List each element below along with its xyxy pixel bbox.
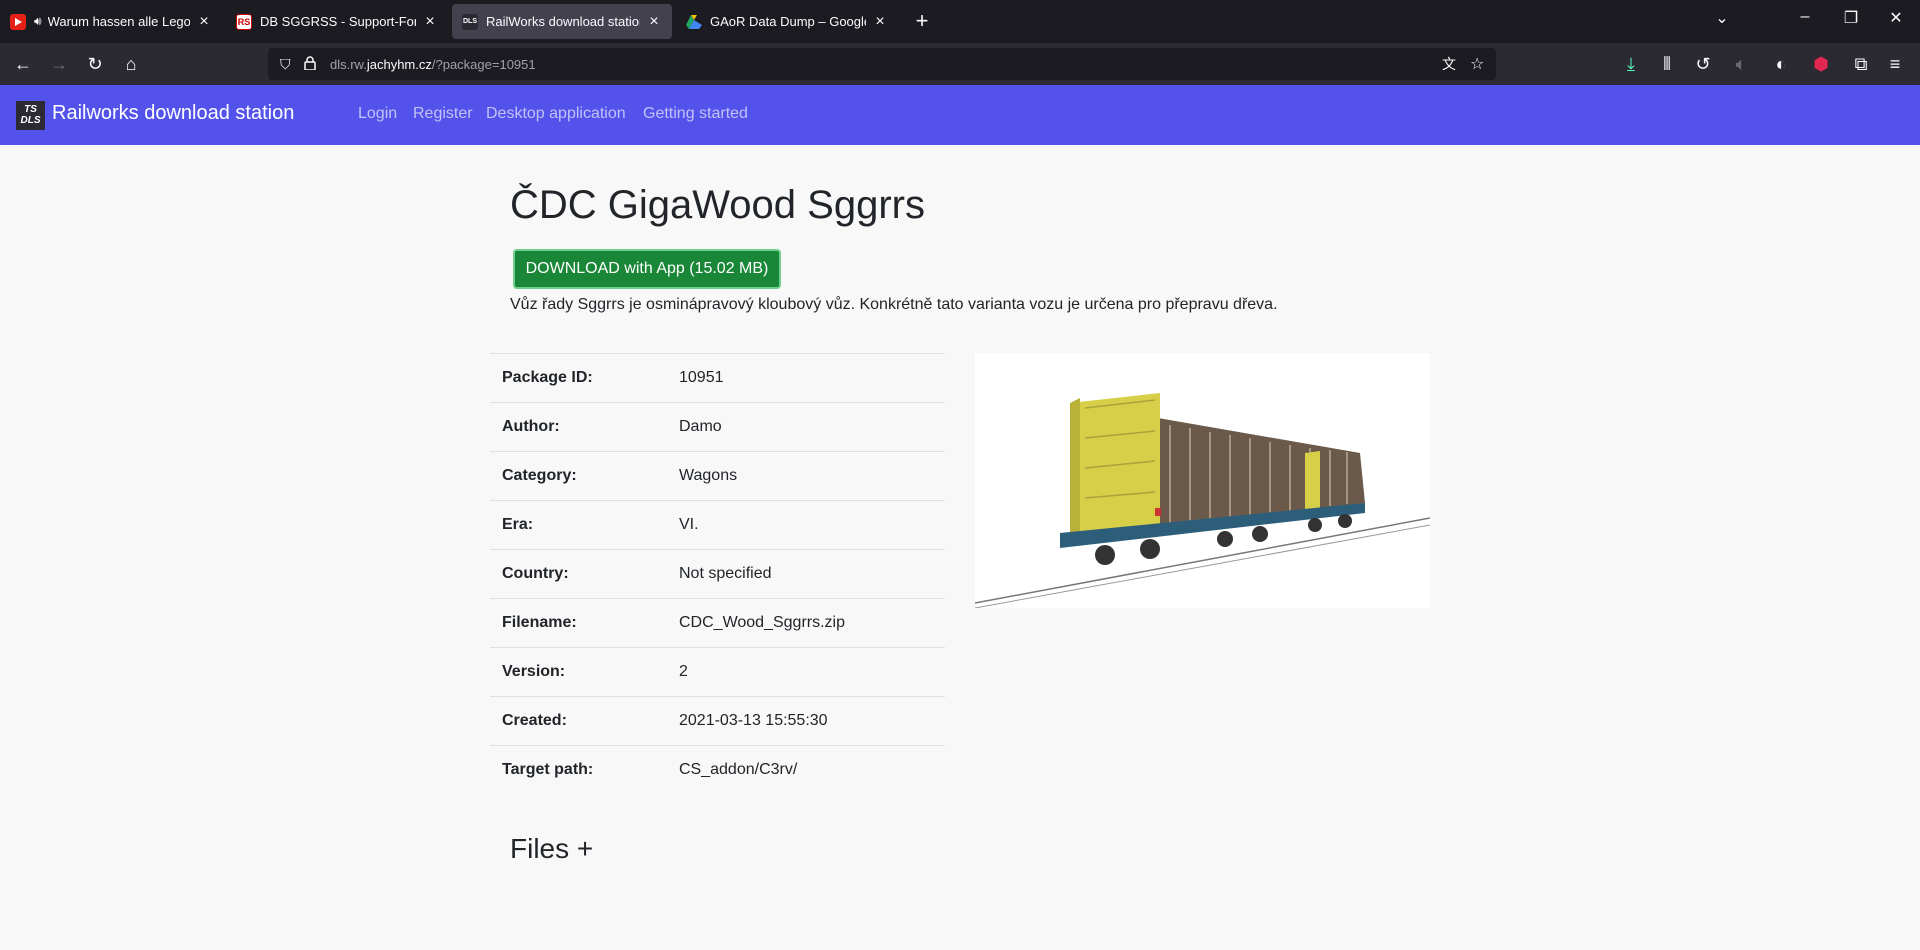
star-icon[interactable]: ☆ xyxy=(1470,54,1484,74)
menu-icon[interactable]: ≡ xyxy=(1882,51,1908,77)
home-icon[interactable]: ⌂ xyxy=(118,51,144,77)
site-logo[interactable]: TS DLS xyxy=(16,101,45,130)
table-row: Era: VI. xyxy=(490,500,945,549)
table-row: Category: Wagons xyxy=(490,451,945,500)
close-tab-icon[interactable]: × xyxy=(422,13,438,31)
field-label: Category: xyxy=(502,467,577,484)
field-value: CS_addon/C3rv/ xyxy=(679,761,798,778)
tab-0[interactable]: 🔊︎ Warum hassen alle Lego? - × xyxy=(0,4,222,39)
field-label: Version: xyxy=(502,663,566,680)
minimize-button[interactable]: – xyxy=(1792,8,1818,26)
tab-3[interactable]: GAoR Data Dump – Google Dri × xyxy=(676,4,898,39)
field-label: Package ID: xyxy=(502,369,593,386)
field-value: VI. xyxy=(679,516,699,533)
package-preview-image xyxy=(974,353,1431,609)
logo-text-dls: DLS xyxy=(20,115,41,126)
field-value: 2021-03-13 15:55:30 xyxy=(679,712,828,729)
package-description: Vůz řady Sggrrs je osminápravový kloubov… xyxy=(510,296,1278,313)
nav-register[interactable]: Register xyxy=(413,105,473,123)
youtube-icon xyxy=(10,13,26,30)
close-window-button[interactable]: ✕ xyxy=(1883,8,1909,28)
lock-icon[interactable] xyxy=(304,55,316,73)
url-suffix: /?package=10951 xyxy=(431,56,536,72)
nav-desktop-application[interactable]: Desktop application xyxy=(486,105,626,123)
nav-getting-started[interactable]: Getting started xyxy=(643,105,748,123)
download-button[interactable]: DOWNLOAD with App (15.02 MB) xyxy=(513,249,781,289)
tab-title: Warum hassen alle Lego? - xyxy=(47,14,190,29)
history-icon[interactable]: ↺ xyxy=(1690,51,1716,77)
field-value: CDC_Wood_Sggrrs.zip xyxy=(679,614,845,631)
translate-icon[interactable]: 文 xyxy=(1442,54,1456,74)
reload-button[interactable]: ↻ xyxy=(82,51,108,77)
field-value: 2 xyxy=(679,663,688,680)
field-label: Country: xyxy=(502,565,569,582)
package-info-table: Package ID: 10951 Author: Damo Category: Wa… xyxy=(490,353,945,794)
new-tab-button[interactable]: + xyxy=(910,8,934,34)
url-domain: jachyhm.cz xyxy=(366,56,432,72)
tab-1[interactable]: RS DB SGGRSS - Support-Forum - × xyxy=(226,4,448,39)
rs-icon: RS xyxy=(236,13,252,30)
back-button[interactable]: ← xyxy=(10,51,36,77)
close-tab-icon[interactable]: × xyxy=(872,13,888,31)
tab-title: GAoR Data Dump – Google Dri xyxy=(710,14,866,29)
tab-bar: 🔊︎ Warum hassen alle Lego? - × RS DB SGG… xyxy=(0,0,1920,43)
field-value: Not specified xyxy=(679,565,772,582)
field-value: Damo xyxy=(679,418,722,435)
library-icon[interactable]: ⫴ xyxy=(1654,51,1680,77)
table-row: Author: Damo xyxy=(490,402,945,451)
url-text[interactable]: dls.rw.jachyhm.cz/?package=10951 xyxy=(330,57,536,72)
restore-button[interactable]: ❐ xyxy=(1838,8,1864,28)
page-title: ČDC GigaWood Sggrrs xyxy=(510,183,925,227)
table-row: Package ID: 10951 xyxy=(490,353,945,402)
download-icon[interactable]: ⤓ xyxy=(1618,51,1644,77)
field-value: Wagons xyxy=(679,467,738,484)
table-row: Version: 2 xyxy=(490,647,945,696)
files-heading[interactable]: Files + xyxy=(510,833,593,865)
forward-button[interactable]: → xyxy=(46,51,72,77)
logo-text-ts: TS xyxy=(24,104,37,115)
mute-icon[interactable]: 🔈︎ xyxy=(1728,51,1754,77)
extensions-puzzle-icon[interactable]: ⧉ xyxy=(1848,51,1874,77)
site-brand[interactable]: Railworks download station xyxy=(52,102,294,125)
ublock-icon[interactable]: ⬢ xyxy=(1808,51,1834,77)
url-bar[interactable]: ⛉ dls.rw.jachyhm.cz/?package=10951 文 ☆ xyxy=(268,48,1496,80)
close-tab-icon[interactable]: × xyxy=(646,13,662,31)
table-row: Filename: CDC_Wood_Sggrrs.zip xyxy=(490,598,945,647)
url-prefix: dls.rw. xyxy=(330,56,367,72)
shield-icon[interactable]: ⛉ xyxy=(280,56,291,73)
google-drive-icon xyxy=(686,14,702,30)
tab-title: DB SGGRSS - Support-Forum - xyxy=(260,14,416,29)
field-value: 10951 xyxy=(679,369,724,386)
field-label: Author: xyxy=(502,418,560,435)
field-label: Created: xyxy=(502,712,567,729)
field-label: Target path: xyxy=(502,761,594,778)
table-row: Target path: CS_addon/C3rv/ xyxy=(490,745,945,794)
extension-icon[interactable]: ◐ xyxy=(1768,51,1794,77)
field-label: Era: xyxy=(502,516,534,533)
tab-title: RailWorks download station xyxy=(486,14,640,29)
chevron-down-icon[interactable]: ⌄ xyxy=(1709,8,1735,28)
nav-login[interactable]: Login xyxy=(358,105,397,123)
table-row: Created: 2021-03-13 15:55:30 xyxy=(490,696,945,745)
speaker-icon[interactable]: 🔊︎ xyxy=(34,14,42,29)
tab-2[interactable]: DLS RailWorks download station × xyxy=(452,4,672,39)
field-label: Filename: xyxy=(502,614,577,631)
tsdls-icon: DLS xyxy=(462,13,478,30)
close-tab-icon[interactable]: × xyxy=(196,13,212,31)
table-row: Country: Not specified xyxy=(490,549,945,598)
